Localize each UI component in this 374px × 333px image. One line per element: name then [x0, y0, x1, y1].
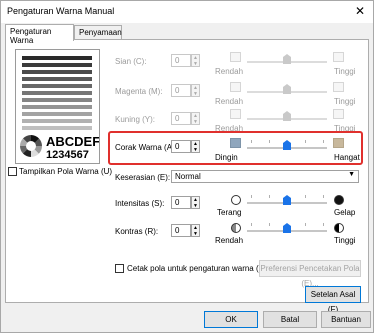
magenta-low-label: Rendah: [215, 97, 244, 106]
low-contrast-icon: [231, 223, 241, 233]
tone-cool-swatch: [230, 138, 241, 148]
contrast-label: Kontras (R):: [115, 227, 159, 236]
yellow-high-swatch: [333, 109, 344, 119]
tone-stepper[interactable]: ▲ ▼: [191, 140, 200, 153]
matching-label: Keserasian (E):: [115, 173, 171, 182]
cyan-low-label: Rendah: [215, 67, 244, 76]
intensity-dark-label: Gelap: [334, 208, 356, 217]
magenta-high-swatch: [333, 82, 344, 92]
cyan-label: Sian (C):: [115, 57, 147, 66]
light-circle-icon: [231, 195, 241, 205]
show-pattern-checkbox[interactable]: [8, 167, 17, 176]
close-icon[interactable]: ✕: [347, 1, 373, 21]
ok-button[interactable]: OK: [204, 311, 258, 328]
tone-warm-swatch: [333, 138, 344, 148]
print-pattern-label: Cetak pola untuk pengaturan warna (I): [127, 264, 264, 273]
magenta-high-label: Tinggi: [334, 97, 356, 106]
tone-label: Corak Warna (A):: [115, 143, 177, 152]
yellow-stepper[interactable]: ▲ ▼: [191, 112, 200, 125]
magenta-stepper[interactable]: ▲ ▼: [191, 84, 200, 97]
intensity-input[interactable]: 0: [171, 196, 191, 209]
preview-sample-text: ABCDEF: [46, 134, 100, 149]
chevron-down-icon: ▼: [348, 171, 355, 178]
matching-select[interactable]: Normal ▼: [171, 170, 359, 183]
window-title: Pengaturan Warna Manual: [7, 6, 115, 16]
tone-input[interactable]: 0: [171, 140, 191, 153]
help-button[interactable]: Bantuan: [321, 311, 371, 328]
intensity-label: Intensitas (S):: [115, 199, 165, 208]
cyan-high-swatch: [333, 52, 344, 62]
pattern-preferences-button[interactable]: Preferensi Pencetakan Pola (E)...: [259, 260, 361, 288]
yellow-low-swatch: [230, 109, 241, 119]
defaults-button[interactable]: Setelan Asal (F): [305, 286, 361, 314]
tone-cool-label: Dingin: [215, 153, 238, 162]
yellow-label: Kuning (Y):: [115, 115, 156, 124]
color-wheel-icon: [20, 135, 42, 157]
intensity-light-label: Terang: [217, 208, 242, 217]
tab-label: Penyamaan: [79, 28, 122, 37]
magenta-label: Magenta (M):: [115, 87, 163, 96]
dialog-window: Pengaturan Warna Manual ✕ Pengaturan War…: [0, 0, 374, 333]
show-pattern-label: Tampilkan Pola Warna (U): [19, 167, 113, 176]
intensity-stepper[interactable]: ▲ ▼: [191, 196, 200, 209]
cyan-stepper[interactable]: ▲ ▼: [191, 54, 200, 67]
preview-sample-number: 1234567: [46, 149, 89, 161]
color-preview-image: ABCDEF 1234567: [15, 49, 100, 164]
cyan-input[interactable]: 0: [171, 54, 191, 67]
cyan-high-label: Tinggi: [334, 67, 356, 76]
tab-penyamaan[interactable]: Penyamaan: [74, 25, 122, 40]
matching-value: Normal: [175, 172, 201, 181]
contrast-low-label: Rendah: [215, 236, 244, 245]
title-bar: Pengaturan Warna Manual ✕: [1, 1, 373, 23]
cancel-button[interactable]: Batal: [263, 311, 317, 328]
tone-warm-label: Hangat: [334, 153, 360, 162]
magenta-low-swatch: [230, 82, 241, 92]
yellow-input[interactable]: 0: [171, 112, 191, 125]
print-pattern-checkbox[interactable]: [115, 264, 124, 273]
magenta-input[interactable]: 0: [171, 84, 191, 97]
dark-circle-icon: [334, 195, 344, 205]
cyan-low-swatch: [230, 52, 241, 62]
contrast-high-label: Tinggi: [334, 236, 356, 245]
contrast-input[interactable]: 0: [171, 224, 191, 237]
tab-pengaturan-warna[interactable]: Pengaturan Warna: [5, 24, 74, 45]
high-contrast-icon: [334, 223, 344, 233]
contrast-stepper[interactable]: ▲ ▼: [191, 224, 200, 237]
